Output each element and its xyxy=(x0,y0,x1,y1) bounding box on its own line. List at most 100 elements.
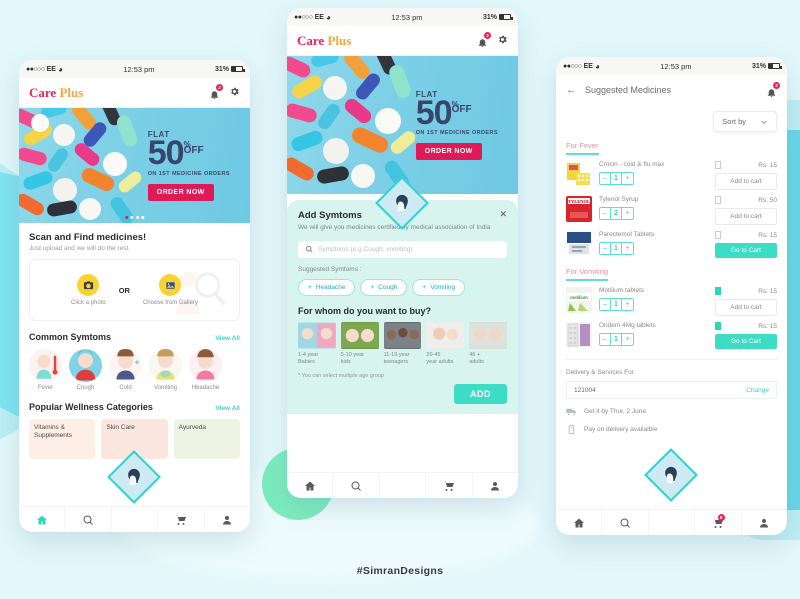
quantity-stepper[interactable]: – 1 + xyxy=(599,333,634,346)
add-to-cart-button[interactable]: Add to cart xyxy=(715,299,777,316)
promo-banner[interactable]: FLAT 50 % OFF ON 1ST MEDICINE ORDERS ORD… xyxy=(19,108,250,223)
increment-button[interactable]: + xyxy=(622,208,633,219)
pills-photo xyxy=(287,56,421,194)
symptom-item[interactable]: Cough xyxy=(69,349,102,391)
signal-dots: ●●○○○ xyxy=(563,62,582,70)
medicine-row: Parectemol Tablets – 1 + Rs. 15 Go to Ca… xyxy=(556,225,787,258)
age-group-item[interactable]: 11-19 year teenagers xyxy=(383,321,422,366)
decrement-button[interactable]: – xyxy=(600,334,611,345)
gear-icon[interactable] xyxy=(497,32,508,50)
symptom-chip[interactable]: + Headache xyxy=(298,278,356,296)
nav-home[interactable] xyxy=(287,473,334,498)
age-group-item[interactable]: 46 + adults xyxy=(469,321,507,366)
age-group-item[interactable]: 1-4 year Babies xyxy=(298,321,336,366)
increment-button[interactable]: + xyxy=(622,334,633,345)
nav-search[interactable] xyxy=(602,510,649,535)
bookmark-icon[interactable] xyxy=(715,161,721,169)
go-to-cart-button[interactable]: Go to Cart xyxy=(715,334,777,349)
age-group-item[interactable]: 5-10 year kids xyxy=(340,321,379,366)
change-pincode-link[interactable]: Change xyxy=(746,387,769,394)
choose-gallery-option[interactable]: Choose from Gallery xyxy=(143,274,198,306)
banner-off: OFF xyxy=(183,144,204,156)
nav-search[interactable] xyxy=(65,507,112,532)
nav-cart[interactable] xyxy=(426,473,473,498)
symptom-chip[interactable]: + Vomiting xyxy=(412,278,466,296)
nav-search[interactable] xyxy=(333,473,380,498)
avatar-glyph xyxy=(391,192,413,214)
status-bar: ●●○○○ EE ◕ 12:53 pm 31% xyxy=(19,60,250,78)
bookmark-icon[interactable] xyxy=(715,231,721,239)
add-button[interactable]: ADD xyxy=(454,384,507,405)
back-arrow-icon[interactable]: ← xyxy=(566,84,577,96)
nav-profile[interactable] xyxy=(473,473,518,498)
payment-info-row: Pay on delivery availaible xyxy=(556,417,787,435)
nav-home[interactable] xyxy=(556,510,603,535)
medicine-thumbnail xyxy=(566,231,592,257)
category-label: Ayurveda xyxy=(178,424,206,431)
nav-spacer xyxy=(112,507,159,532)
gear-icon[interactable] xyxy=(229,84,240,102)
carrier-label: EE xyxy=(583,62,593,70)
symptom-chip[interactable]: + Cough xyxy=(360,278,408,296)
quantity-value: 1 xyxy=(611,334,622,345)
age-group-item[interactable]: 20-45 year adults xyxy=(426,321,465,366)
bookmark-icon[interactable] xyxy=(715,287,721,295)
promo-banner[interactable]: FLAT 50 % OFF ON 1ST MEDICINE ORDERS ORD… xyxy=(287,56,518,194)
symptoms-view-all[interactable]: View All xyxy=(215,335,240,342)
categories-view-all[interactable]: View All xyxy=(215,405,240,412)
chevron-down-icon xyxy=(761,120,767,124)
quantity-stepper[interactable]: – 2 + xyxy=(599,207,634,220)
medicine-thumbnail: TYLENOL xyxy=(566,196,592,222)
age-line1: 11-19 year xyxy=(383,351,410,358)
notification-badge: 2 xyxy=(484,32,491,39)
carousel-dots[interactable] xyxy=(124,216,145,219)
decrement-button[interactable]: – xyxy=(600,299,611,310)
symptom-item[interactable]: Cold xyxy=(109,349,142,391)
bell-icon[interactable]: 2 xyxy=(766,81,780,97)
nav-profile[interactable] xyxy=(205,507,250,532)
decrement-button[interactable]: – xyxy=(600,243,611,254)
increment-button[interactable]: + xyxy=(622,173,633,184)
increment-button[interactable]: + xyxy=(622,243,633,254)
svg-text:motilium: motilium xyxy=(570,295,588,300)
bottom-navigation xyxy=(287,472,518,498)
quantity-stepper[interactable]: – 1 + xyxy=(599,298,634,311)
notification-badge: 2 xyxy=(773,81,780,89)
symptom-item[interactable]: Headache xyxy=(189,349,222,391)
symptom-item[interactable]: Fever xyxy=(29,349,62,391)
bell-icon[interactable]: 2 xyxy=(477,32,491,48)
nav-profile[interactable] xyxy=(742,510,787,535)
order-now-button[interactable]: ORDER NOW xyxy=(147,183,214,201)
symptom-search-input[interactable]: Symptoms (e.g Cough, vomiting) xyxy=(298,240,507,258)
quantity-stepper[interactable]: – 1 + xyxy=(599,242,634,255)
category-card[interactable]: Vitamins & Supplements xyxy=(29,419,96,459)
quantity-stepper[interactable]: – 1 + xyxy=(599,172,634,185)
nav-cart[interactable]: 0 xyxy=(695,510,742,535)
decrement-button[interactable]: – xyxy=(600,208,611,219)
click-photo-option[interactable]: Click a photo xyxy=(71,274,106,306)
nav-cart[interactable] xyxy=(158,507,205,532)
suggested-symptoms-label: Suggested Symtoms : xyxy=(298,265,362,273)
add-to-cart-button[interactable]: Add to cart xyxy=(715,173,777,190)
category-card[interactable]: Ayurveda xyxy=(173,419,240,459)
go-to-cart-button[interactable]: Go to Cart xyxy=(715,243,777,258)
bell-icon[interactable]: 2 xyxy=(209,84,223,100)
page-header: ← Suggested Medicines 2 xyxy=(556,75,787,105)
symptom-label: Headache xyxy=(191,385,220,391)
decrement-button[interactable]: – xyxy=(600,173,611,184)
carrier-label: EE xyxy=(46,65,56,73)
sort-by-dropdown[interactable]: Sort by xyxy=(713,111,777,132)
order-now-button[interactable]: ORDER NOW xyxy=(415,143,482,161)
sort-by-label: Sort by xyxy=(722,117,746,126)
symptom-item[interactable]: Vomiting xyxy=(149,349,182,391)
bookmark-icon[interactable] xyxy=(715,196,721,204)
nav-home[interactable] xyxy=(19,507,66,532)
categories-title: Popular Wellness Categories xyxy=(29,402,153,412)
pincode-field[interactable]: 121004 Change xyxy=(566,381,777,399)
close-icon[interactable]: ✕ xyxy=(499,210,507,219)
medicine-name: Crocin - cold & flu max xyxy=(599,161,665,168)
increment-button[interactable]: + xyxy=(622,299,633,310)
avatar-glyph xyxy=(123,466,145,488)
add-to-cart-button[interactable]: Add to cart xyxy=(715,208,777,225)
bookmark-icon[interactable] xyxy=(715,322,721,330)
